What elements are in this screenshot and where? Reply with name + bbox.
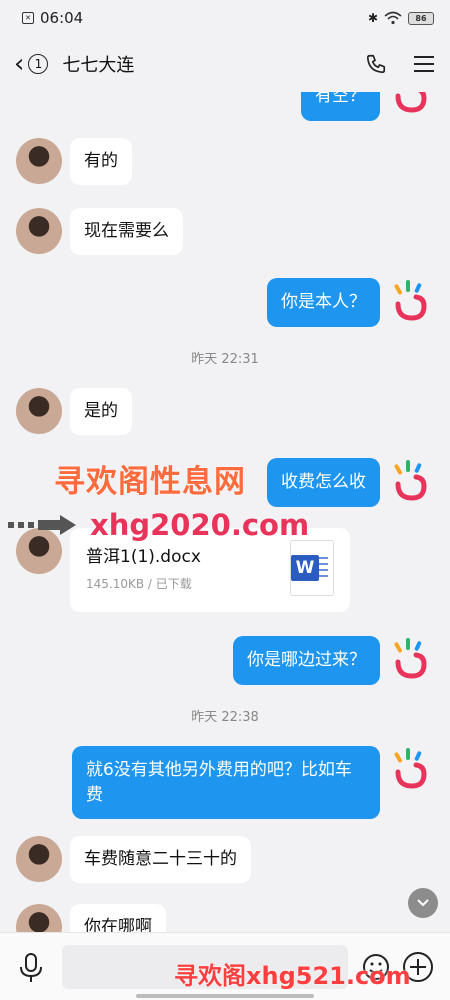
message-bubble-sent[interactable]: 就6没有其他另外费用的吧？比如车费 <box>72 746 380 820</box>
back-button[interactable]: ‹ 1 <box>14 49 49 79</box>
self-avatar[interactable] <box>388 278 434 324</box>
unread-count-badge: 1 <box>28 54 49 74</box>
message-bubble-sent[interactable]: 你是本人？ <box>267 278 380 327</box>
bluetooth-icon: ✱ <box>367 11 378 25</box>
message-bubble-sent[interactable]: 你是哪边过来？ <box>233 636 380 685</box>
message-bubble-received[interactable]: 有的 <box>70 138 132 185</box>
menu-icon <box>414 56 434 72</box>
status-time: 06:04 <box>40 9 84 27</box>
contact-avatar[interactable] <box>16 388 62 434</box>
message-bubble-received[interactable]: 现在需要么 <box>70 208 183 255</box>
self-avatar[interactable] <box>388 92 434 116</box>
watermark-arrow-icon <box>8 515 76 535</box>
message-bubble-sent[interactable]: 收费怎么收 <box>267 458 380 507</box>
chat-title: 七七大连 <box>62 55 135 76</box>
watermark-text: 寻欢阁性息网 <box>54 464 246 500</box>
scroll-to-bottom-button[interactable] <box>408 888 438 918</box>
microphone-icon[interactable] <box>18 953 44 983</box>
phone-call-button[interactable] <box>364 52 388 76</box>
self-avatar[interactable] <box>388 636 434 682</box>
chevron-left-icon: ‹ <box>14 49 25 79</box>
message-bubble-sent[interactable]: 有空？ <box>301 92 380 121</box>
chat-header: ‹ 1 七七大连 <box>0 36 450 92</box>
contact-avatar[interactable] <box>16 904 62 932</box>
message-bubble-received[interactable]: 你在哪啊 <box>70 904 166 932</box>
self-avatar[interactable] <box>388 458 434 504</box>
chevron-down-icon <box>417 899 429 907</box>
message-bubble-received[interactable]: 是的 <box>70 388 132 435</box>
sim-icon: ✕ <box>22 12 34 24</box>
contact-avatar[interactable] <box>16 836 62 882</box>
watermark-footer: 寻欢阁xhg521.com <box>174 962 411 990</box>
message-timestamp: 昨天 22:31 <box>191 352 259 367</box>
contact-avatar[interactable] <box>16 208 62 254</box>
self-avatar[interactable] <box>388 746 434 792</box>
contact-avatar[interactable] <box>16 138 62 184</box>
watermark-url: xhg2020.com <box>90 508 310 542</box>
phone-icon <box>366 54 386 74</box>
message-bubble-received[interactable]: 车费随意二十三十的 <box>70 836 251 883</box>
menu-button[interactable] <box>412 52 436 76</box>
battery-indicator: 86 <box>408 11 434 25</box>
status-bar: ✕ 06:04 ✱ 86 <box>0 0 450 36</box>
message-timestamp: 昨天 22:38 <box>191 710 259 725</box>
home-indicator <box>136 994 314 998</box>
wifi-icon <box>384 11 402 25</box>
word-document-icon: W <box>290 540 334 596</box>
